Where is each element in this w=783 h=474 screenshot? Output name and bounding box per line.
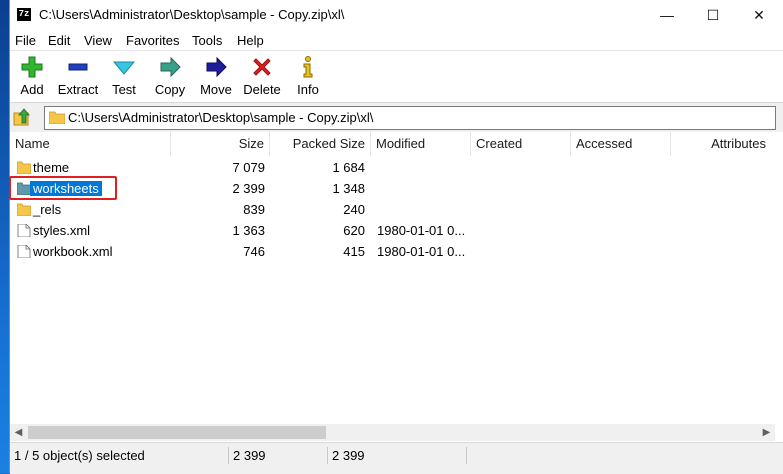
file-name: worksheets [30,178,102,199]
status-packed-size: 2 399 [327,447,365,464]
table-row[interactable]: _rels 839 240 [10,199,783,220]
table-row[interactable]: theme 7 079 1 684 [10,157,783,178]
delete-button[interactable]: Delete [240,55,284,99]
file-size: 7 079 [232,160,265,175]
menu-favorites[interactable]: Favorites [126,33,179,48]
address-input[interactable]: C:\Users\Administrator\Desktop\sample - … [44,106,776,130]
folder-icon [17,203,31,216]
extract-button[interactable]: Extract [56,55,100,99]
horizontal-scrollbar[interactable]: ◀ ▶ [10,424,775,441]
info-icon [303,56,313,78]
folder-up-icon[interactable] [12,107,34,129]
extract-label: Extract [57,82,99,97]
window-title: C:\Users\Administrator\Desktop\sample - … [39,7,345,22]
plus-icon [21,56,43,78]
file-name: workbook.xml [33,244,113,259]
address-bar: C:\Users\Administrator\Desktop\sample - … [10,102,783,132]
title-bar: 7z C:\Users\Administrator\Desktop\sample… [10,0,783,30]
file-name: theme [33,160,70,175]
status-bar: 1 / 5 object(s) selected 2 399 2 399 [10,442,783,474]
file-name: _rels [33,202,62,217]
status-divider [466,447,479,464]
menu-edit[interactable]: Edit [48,33,70,48]
delete-label: Delete [243,82,281,97]
copy-button[interactable]: Copy [148,55,192,99]
minimize-button[interactable]: — [644,0,690,30]
move-arrow-icon [206,56,227,78]
column-modified[interactable]: Modified [371,132,471,156]
menu-bar: File Edit View Favorites Tools Help [10,30,783,50]
check-icon [112,61,136,75]
file-packed-size: 240 [343,202,365,217]
test-button[interactable]: Test [102,55,146,99]
file-size: 1 363 [232,223,265,238]
column-name[interactable]: Name [10,132,171,156]
close-button[interactable]: ✕ [736,0,782,30]
file-packed-size: 415 [343,244,365,259]
7zip-app-icon: 7z [17,8,31,21]
column-attributes[interactable]: Attributes [671,132,771,156]
copy-arrow-icon [160,56,181,78]
status-size: 2 399 [228,447,266,464]
menu-view[interactable]: View [84,33,112,48]
copy-label: Copy [154,82,186,97]
status-selection: 1 / 5 object(s) selected [14,448,145,463]
scroll-right-arrow-icon[interactable]: ▶ [758,424,775,441]
table-row[interactable]: styles.xml 1 363 620 1980-01-01 0... [10,220,783,241]
file-modified: 1980-01-01 0... [377,223,466,238]
7zip-window: 7z C:\Users\Administrator\Desktop\sample… [9,0,783,474]
add-label: Add [20,82,44,97]
maximize-button[interactable]: ☐ [690,0,736,30]
file-icon [17,245,31,258]
move-button[interactable]: Move [194,55,238,99]
scroll-left-arrow-icon[interactable]: ◀ [10,424,27,441]
delete-x-icon [253,58,271,76]
file-packed-size: 1 348 [332,181,365,196]
file-packed-size: 1 684 [332,160,365,175]
folder-icon [17,182,31,195]
column-accessed[interactable]: Accessed [571,132,671,156]
menu-tools[interactable]: Tools [192,33,222,48]
table-row[interactable]: workbook.xml 746 415 1980-01-01 0... [10,241,783,262]
info-button[interactable]: Info [286,55,330,99]
address-path: C:\Users\Administrator\Desktop\sample - … [68,110,374,125]
toolbar: Add Extract Test Copy Move Delete Info [10,50,783,102]
file-packed-size: 620 [343,223,365,238]
add-button[interactable]: Add [10,55,54,99]
file-modified: 1980-01-01 0... [377,244,466,259]
selected-name-label: worksheets [30,181,102,196]
column-packed-size[interactable]: Packed Size [270,132,371,156]
file-size: 839 [243,202,265,217]
file-size: 2 399 [232,181,265,196]
menu-file[interactable]: File [15,33,36,48]
move-label: Move [200,82,232,97]
file-size: 746 [243,244,265,259]
column-created[interactable]: Created [471,132,571,156]
menu-help[interactable]: Help [237,33,264,48]
file-name: styles.xml [33,223,91,238]
column-size[interactable]: Size [171,132,270,156]
file-icon [17,224,31,237]
info-label: Info [297,82,319,97]
test-label: Test [112,82,136,97]
file-list: Name Size Packed Size Modified Created A… [9,132,783,424]
scrollbar-thumb[interactable] [28,426,326,439]
folder-icon [17,161,31,174]
table-row-selected[interactable]: worksheets 2 399 1 348 [9,176,783,200]
minus-icon [68,63,88,71]
folder-icon [49,111,65,124]
